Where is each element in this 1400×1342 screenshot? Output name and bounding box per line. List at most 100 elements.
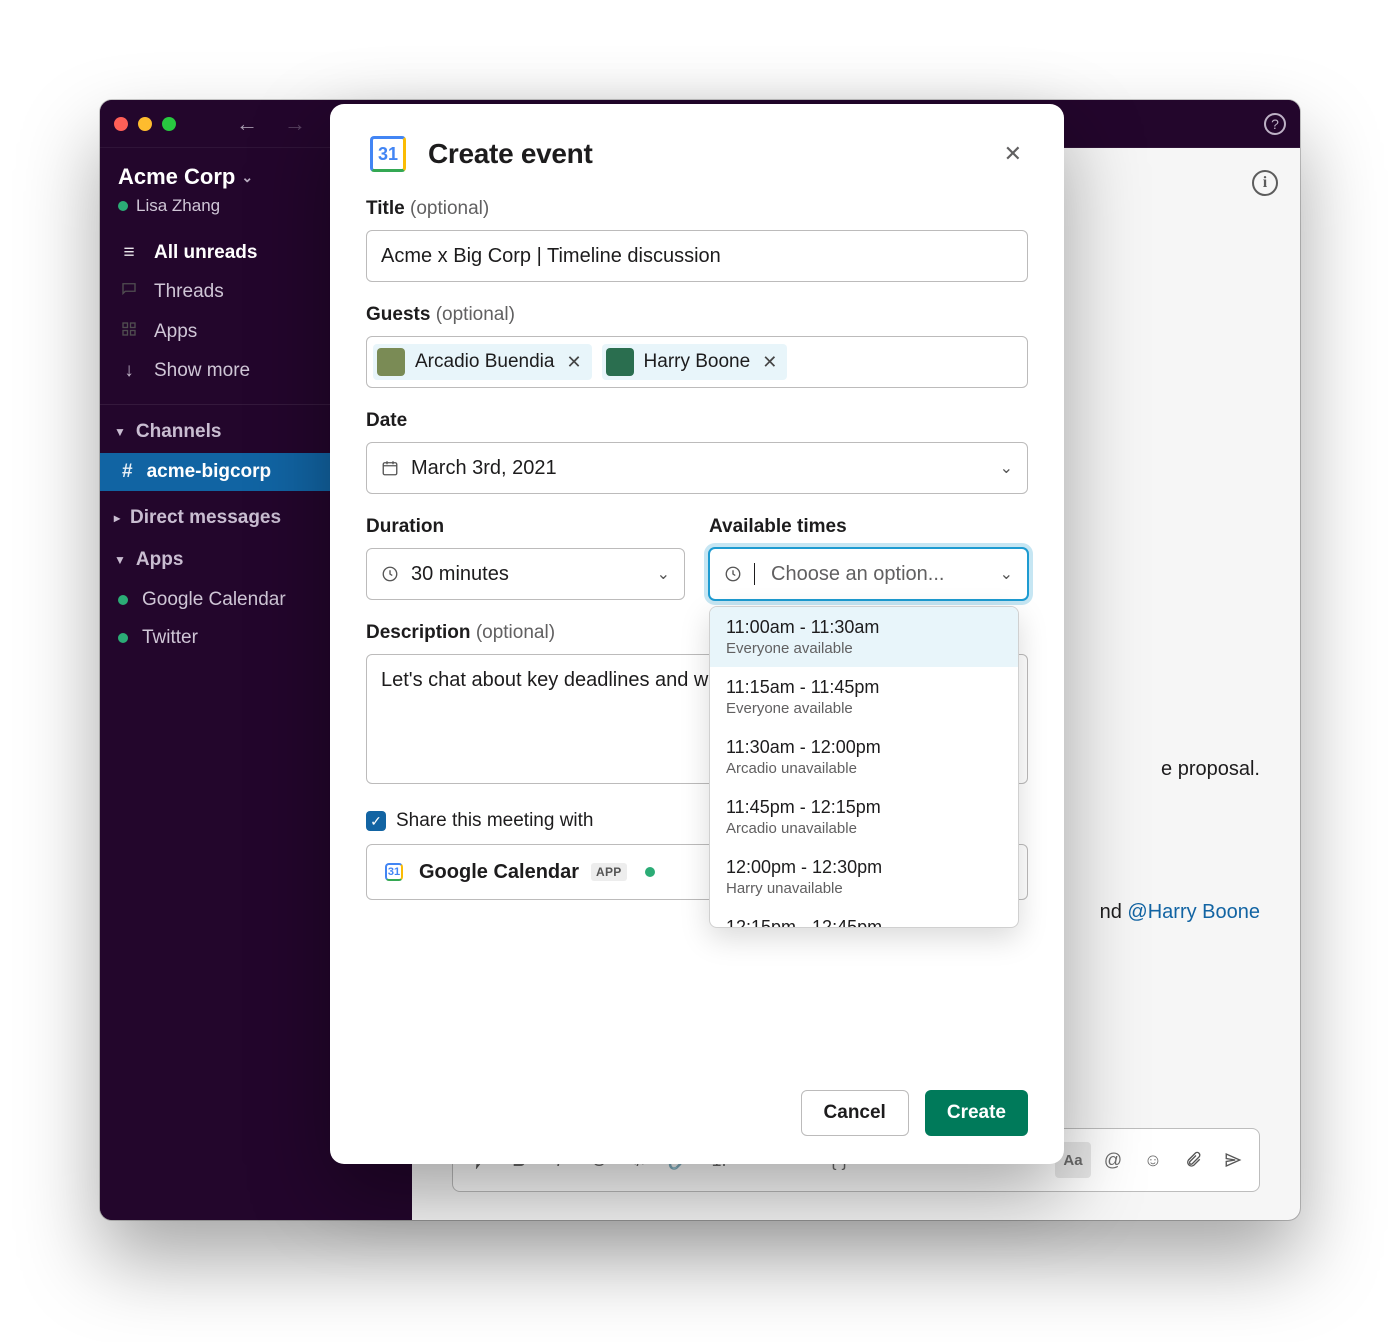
caret-down-icon: ▼ [114,553,126,567]
minimize-window-icon[interactable] [138,117,152,131]
sidebar-item-label: Threads [154,281,224,303]
textarea-value: Let's chat about key deadlines and w [381,669,708,691]
optional-hint: (optional) [436,304,515,325]
dropdown-option[interactable]: 11:45pm - 12:15pm Arcadio unavailable [710,787,1018,847]
clock-icon [381,565,399,583]
back-button[interactable]: ← [230,109,264,139]
share-label: Share this meeting with [396,810,594,832]
close-window-icon[interactable] [114,117,128,131]
apps-grid-icon [118,320,140,344]
send-button[interactable] [1215,1142,1251,1178]
current-user-name: Lisa Zhang [136,196,220,216]
avatar [377,348,405,376]
calendar-icon [381,459,399,477]
chevron-down-icon: ⌄ [1000,458,1013,478]
message-text-fragment: e proposal. [1161,758,1260,780]
sidebar-item-label: Show more [154,360,250,382]
chevron-down-icon: ⌄ [657,564,670,584]
modal-title: Create event [428,138,592,170]
input-value: Acme x Big Corp | Timeline discussion [381,245,721,268]
caret-down-icon: ▼ [114,425,126,439]
presence-active-icon [118,595,128,605]
create-event-modal: 31 Create event ✕ Title (optional) Acme … [330,104,1064,1164]
emoji-button[interactable]: ☺ [1135,1142,1171,1178]
send-icon [1224,1151,1242,1169]
option-availability: Everyone available [726,700,1002,717]
guest-name: Arcadio Buendia [415,351,554,373]
share-target-name: Google Calendar [419,861,579,884]
event-duration-select[interactable]: 30 minutes ⌄ [366,548,685,600]
create-button[interactable]: Create [925,1090,1028,1136]
message-text-fragment: nd [1100,901,1128,923]
select-placeholder: Choose an option... [771,563,944,586]
option-availability: Arcadio unavailable [726,820,1002,837]
guest-chip[interactable]: Harry Boone ✕ [602,344,788,380]
help-button[interactable]: ? [1264,113,1286,135]
workspace-name: Acme Corp [118,164,235,190]
threads-icon [118,280,140,304]
remove-guest-button[interactable]: ✕ [760,352,779,373]
dropdown-option[interactable]: 12:00pm - 12:30pm Harry unavailable [710,847,1018,907]
select-value: March 3rd, 2021 [411,457,557,480]
event-title-input[interactable]: Acme x Big Corp | Timeline discussion [366,230,1028,282]
option-time-range: 11:00am - 11:30am [726,617,879,637]
dropdown-option[interactable]: 12:15pm - 12:45pm [710,907,1018,928]
field-label: Available times [709,516,1028,538]
remove-guest-button[interactable]: ✕ [564,352,583,373]
guest-name: Harry Boone [644,351,751,373]
field-label: Guests [366,304,430,325]
button-label: Create [947,1102,1006,1124]
user-mention[interactable]: @Harry Boone [1127,901,1260,923]
sidebar-item-label: Twitter [142,627,198,649]
select-value: 30 minutes [411,563,509,586]
field-label: Duration [366,516,685,538]
chevron-down-icon: ⌄ [241,169,253,186]
option-time-range: 12:15pm - 12:45pm [726,917,882,928]
presence-active-icon [118,201,128,211]
presence-active-icon [118,633,128,643]
attach-button[interactable] [1175,1142,1211,1178]
cancel-button[interactable]: Cancel [801,1090,909,1136]
option-availability: Everyone available [726,640,1002,657]
window-controls [114,117,176,131]
section-label: Channels [136,421,222,443]
google-calendar-icon: 31 [366,132,410,176]
forward-button[interactable]: → [278,109,312,139]
arrow-down-icon: ↓ [118,360,140,382]
paperclip-icon [1184,1151,1202,1169]
list-icon: ≡ [118,242,140,264]
channel-details-button[interactable]: i [1252,170,1278,196]
zoom-window-icon[interactable] [162,117,176,131]
option-time-range: 11:45pm - 12:15pm [726,797,881,817]
option-time-range: 11:30am - 12:00pm [726,737,881,757]
available-times-dropdown: 11:00am - 11:30am Everyone available 11:… [709,606,1019,928]
field-label: Title [366,198,405,219]
chevron-down-icon: ⌄ [1000,564,1013,584]
sidebar-item-label: Google Calendar [142,589,286,611]
guest-chip[interactable]: Arcadio Buendia ✕ [373,344,592,380]
event-guests-input[interactable]: Arcadio Buendia ✕ Harry Boone ✕ [366,336,1028,388]
optional-hint: (optional) [410,198,489,219]
button-label: Cancel [824,1102,886,1124]
close-button[interactable]: ✕ [998,135,1028,173]
calendar-day-number: 31 [381,859,407,885]
event-date-select[interactable]: March 3rd, 2021 ⌄ [366,442,1028,494]
section-label: Direct messages [130,507,281,529]
mention-button[interactable]: @ [1095,1142,1131,1178]
sidebar-item-label: All unreads [154,242,257,264]
optional-hint: (optional) [476,622,555,643]
app-badge: APP [591,863,627,881]
aa-label: Aa [1063,1152,1082,1169]
dropdown-option[interactable]: 11:15am - 11:45pm Everyone available [710,667,1018,727]
hash-icon: # [122,461,133,483]
share-meeting-checkbox[interactable]: ✓ [366,811,386,831]
option-time-range: 11:15am - 11:45pm [726,677,879,697]
caret-right-icon: ▸ [114,511,120,525]
available-times-select[interactable]: Choose an option... ⌄ [709,548,1028,600]
presence-active-icon [645,867,655,877]
dropdown-option[interactable]: 11:30am - 12:00pm Arcadio unavailable [710,727,1018,787]
google-calendar-icon: 31 [381,859,407,885]
sidebar-item-label: Apps [154,321,197,343]
dropdown-option[interactable]: 11:00am - 11:30am Everyone available [710,607,1018,667]
avatar [606,348,634,376]
